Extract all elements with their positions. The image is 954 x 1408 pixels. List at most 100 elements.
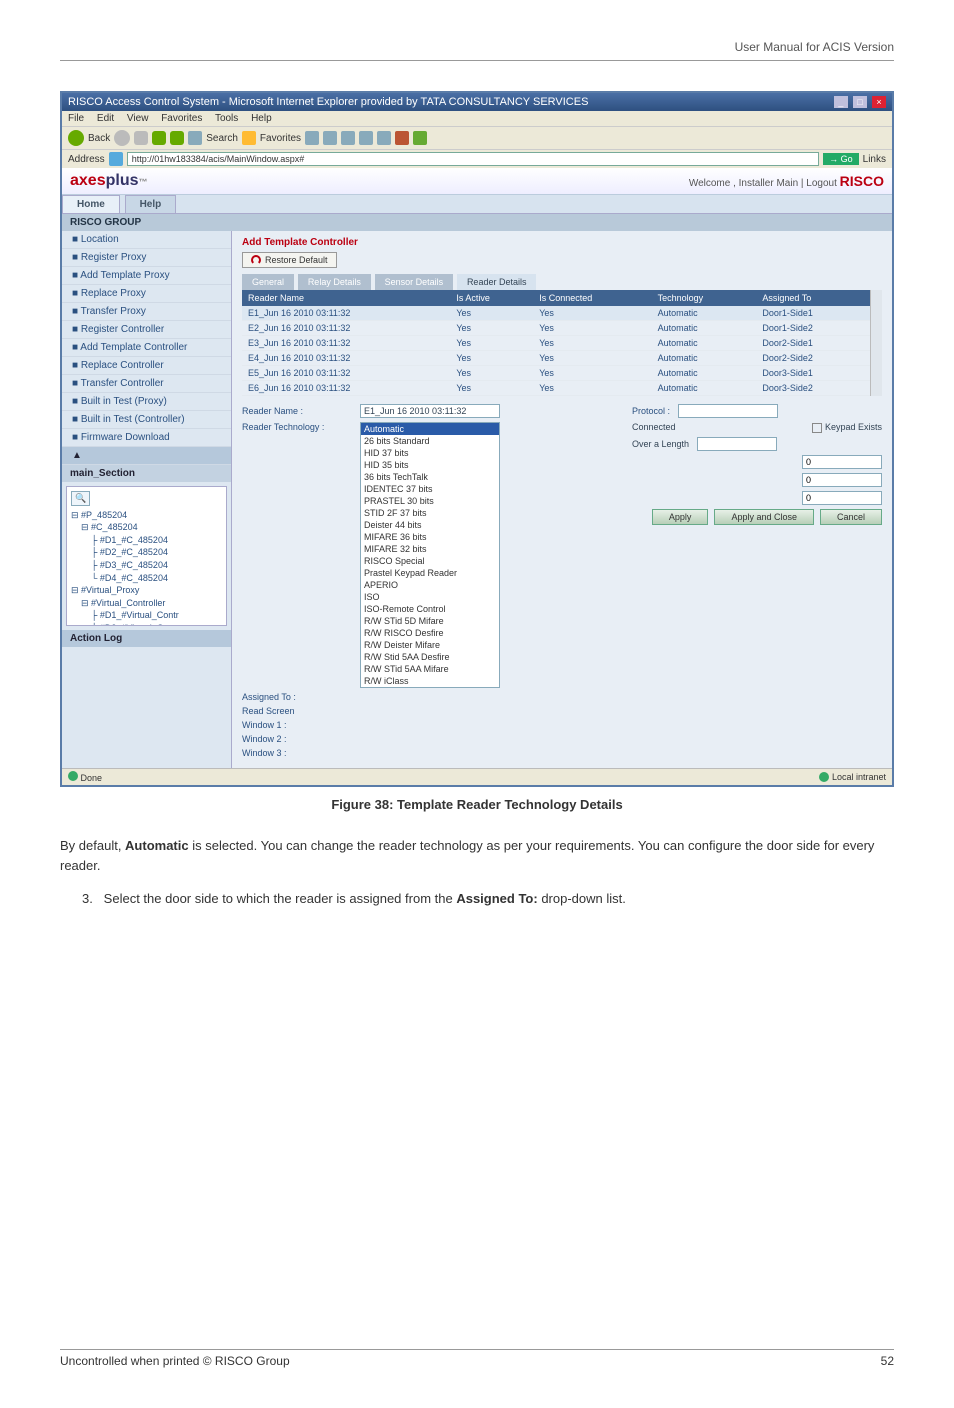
- col-assigned[interactable]: Assigned To: [756, 290, 870, 306]
- favorites-icon[interactable]: [242, 131, 256, 145]
- select-option[interactable]: HID 37 bits: [361, 447, 499, 459]
- menu-favorites[interactable]: Favorites: [161, 113, 202, 124]
- select-option[interactable]: STID 2F 37 bits: [361, 507, 499, 519]
- tree-node-vp[interactable]: ⊟ #Virtual_Proxy: [71, 584, 222, 597]
- tree-node-p[interactable]: ⊟ #P_485204: [71, 509, 222, 522]
- select-option[interactable]: Prastel Keypad Reader: [361, 567, 499, 579]
- tab-help[interactable]: Help: [125, 195, 177, 213]
- subtab-reader[interactable]: Reader Details: [457, 274, 537, 290]
- menu-help[interactable]: Help: [251, 113, 272, 124]
- nav-replace-controller[interactable]: ■ Replace Controller: [62, 357, 231, 375]
- col-reader-name[interactable]: Reader Name: [242, 290, 450, 306]
- home-icon[interactable]: [170, 131, 184, 145]
- logout-link[interactable]: Logout: [806, 178, 837, 189]
- action-log-header[interactable]: Action Log: [62, 630, 231, 647]
- tab-home[interactable]: Home: [62, 195, 120, 213]
- go-button[interactable]: → Go: [823, 153, 859, 165]
- history-icon[interactable]: [305, 131, 319, 145]
- grid-row[interactable]: E2_Jun 16 2010 03:11:32YesYesAutomaticDo…: [242, 321, 870, 336]
- forward-icon[interactable]: [114, 130, 130, 146]
- grid-row[interactable]: E5_Jun 16 2010 03:11:32YesYesAutomaticDo…: [242, 366, 870, 381]
- reader-tech-select[interactable]: Automatic 26 bits Standard HID 37 bits H…: [360, 422, 500, 688]
- keypad-exists-check[interactable]: Keypad Exists: [812, 422, 882, 433]
- favorites-label[interactable]: Favorites: [260, 133, 301, 144]
- tree-node-d4[interactable]: └ #D4_#C_485204: [71, 572, 222, 585]
- tree-node-d2[interactable]: ├ #D2_#C_485204: [71, 546, 222, 559]
- select-option[interactable]: R/W STid 5AA Mifare: [361, 663, 499, 675]
- restore-default-button[interactable]: Restore Default: [242, 252, 337, 268]
- tree-node-vd2[interactable]: └ #D2_#Virtual_Contr: [71, 622, 222, 626]
- tree-search[interactable]: 🔍: [71, 491, 90, 506]
- toolbar-icon-c[interactable]: [413, 131, 427, 145]
- nav-firmware-download[interactable]: ■ Firmware Download: [62, 429, 231, 447]
- nav-transfer-proxy[interactable]: ■ Transfer Proxy: [62, 303, 231, 321]
- tree-node-vc[interactable]: ⊟ #Virtual_Controller: [71, 597, 222, 610]
- subtab-relay[interactable]: Relay Details: [298, 274, 371, 290]
- select-option[interactable]: R/W Deister Mifare: [361, 639, 499, 651]
- tree-node-vd1[interactable]: ├ #D1_#Virtual_Contr: [71, 609, 222, 622]
- select-option[interactable]: 36 bits TechTalk: [361, 471, 499, 483]
- select-option[interactable]: APERIO: [361, 579, 499, 591]
- menu-view[interactable]: View: [127, 113, 149, 124]
- nav-replace-proxy[interactable]: ■ Replace Proxy: [62, 285, 231, 303]
- grid-row[interactable]: E1_Jun 16 2010 03:11:32YesYesAutomaticDo…: [242, 306, 870, 321]
- search-icon[interactable]: [188, 131, 202, 145]
- menu-tools[interactable]: Tools: [215, 113, 238, 124]
- apply-button[interactable]: Apply: [652, 509, 709, 525]
- select-option[interactable]: R/W STid 5D Mifare: [361, 615, 499, 627]
- window3-field[interactable]: [802, 491, 882, 505]
- links-label[interactable]: Links: [863, 154, 886, 165]
- minimize-icon[interactable]: _: [834, 96, 848, 108]
- tree-node-c[interactable]: ⊟ #C_485204: [71, 521, 222, 534]
- select-option[interactable]: PRASTEL 30 bits: [361, 495, 499, 507]
- nav-add-template-controller[interactable]: ■ Add Template Controller: [62, 339, 231, 357]
- nav-selected-arrow[interactable]: ▲: [62, 447, 231, 465]
- subtab-sensor[interactable]: Sensor Details: [375, 274, 454, 290]
- edit-icon[interactable]: [359, 131, 373, 145]
- select-option[interactable]: 26 bits Standard: [361, 435, 499, 447]
- select-option[interactable]: MIFARE 36 bits: [361, 531, 499, 543]
- grid-scrollbar[interactable]: [870, 290, 882, 396]
- mail-icon[interactable]: [323, 131, 337, 145]
- nav-transfer-controller[interactable]: ■ Transfer Controller: [62, 375, 231, 393]
- address-field[interactable]: http://01hw183384/acis/MainWindow.aspx#: [127, 152, 819, 166]
- apply-close-button[interactable]: Apply and Close: [714, 509, 814, 525]
- print-icon[interactable]: [341, 131, 355, 145]
- toolbar-icon-b[interactable]: [395, 131, 409, 145]
- col-technology[interactable]: Technology: [652, 290, 757, 306]
- window2-field[interactable]: [802, 473, 882, 487]
- col-connected[interactable]: Is Connected: [533, 290, 651, 306]
- tree-node-d3[interactable]: ├ #D3_#C_485204: [71, 559, 222, 572]
- over-length-field[interactable]: [697, 437, 777, 451]
- grid-row[interactable]: E4_Jun 16 2010 03:11:32YesYesAutomaticDo…: [242, 351, 870, 366]
- maximize-icon[interactable]: □: [853, 96, 867, 108]
- search-label[interactable]: Search: [206, 133, 238, 144]
- tree-node-d1[interactable]: ├ #D1_#C_485204: [71, 534, 222, 547]
- stop-icon[interactable]: [134, 131, 148, 145]
- back-label[interactable]: Back: [88, 133, 110, 144]
- select-option[interactable]: Deister 44 bits: [361, 519, 499, 531]
- select-option[interactable]: R/W RISCO Desfire: [361, 627, 499, 639]
- grid-row[interactable]: E3_Jun 16 2010 03:11:32YesYesAutomaticDo…: [242, 336, 870, 351]
- protocol-field[interactable]: [678, 404, 778, 418]
- select-option[interactable]: ISO: [361, 591, 499, 603]
- nav-bit-controller[interactable]: ■ Built in Test (Controller): [62, 411, 231, 429]
- nav-bit-proxy[interactable]: ■ Built in Test (Proxy): [62, 393, 231, 411]
- refresh-icon[interactable]: [152, 131, 166, 145]
- cancel-button[interactable]: Cancel: [820, 509, 882, 525]
- close-icon[interactable]: ×: [872, 96, 886, 108]
- window1-field[interactable]: [802, 455, 882, 469]
- menu-edit[interactable]: Edit: [97, 113, 114, 124]
- back-icon[interactable]: [68, 130, 84, 146]
- select-option[interactable]: R/W Stid 5AA Desfire: [361, 651, 499, 663]
- select-option[interactable]: R/W iClass: [361, 675, 499, 687]
- toolbar-icon-a[interactable]: [377, 131, 391, 145]
- nav-register-proxy[interactable]: ■ Register Proxy: [62, 249, 231, 267]
- grid-row[interactable]: E6_Jun 16 2010 03:11:32YesYesAutomaticDo…: [242, 381, 870, 396]
- nav-register-controller[interactable]: ■ Register Controller: [62, 321, 231, 339]
- subtab-general[interactable]: General: [242, 274, 294, 290]
- nav-add-template-proxy[interactable]: ■ Add Template Proxy: [62, 267, 231, 285]
- select-option[interactable]: RISCO Special: [361, 555, 499, 567]
- nav-location[interactable]: ■ Location: [62, 231, 231, 249]
- col-active[interactable]: Is Active: [450, 290, 533, 306]
